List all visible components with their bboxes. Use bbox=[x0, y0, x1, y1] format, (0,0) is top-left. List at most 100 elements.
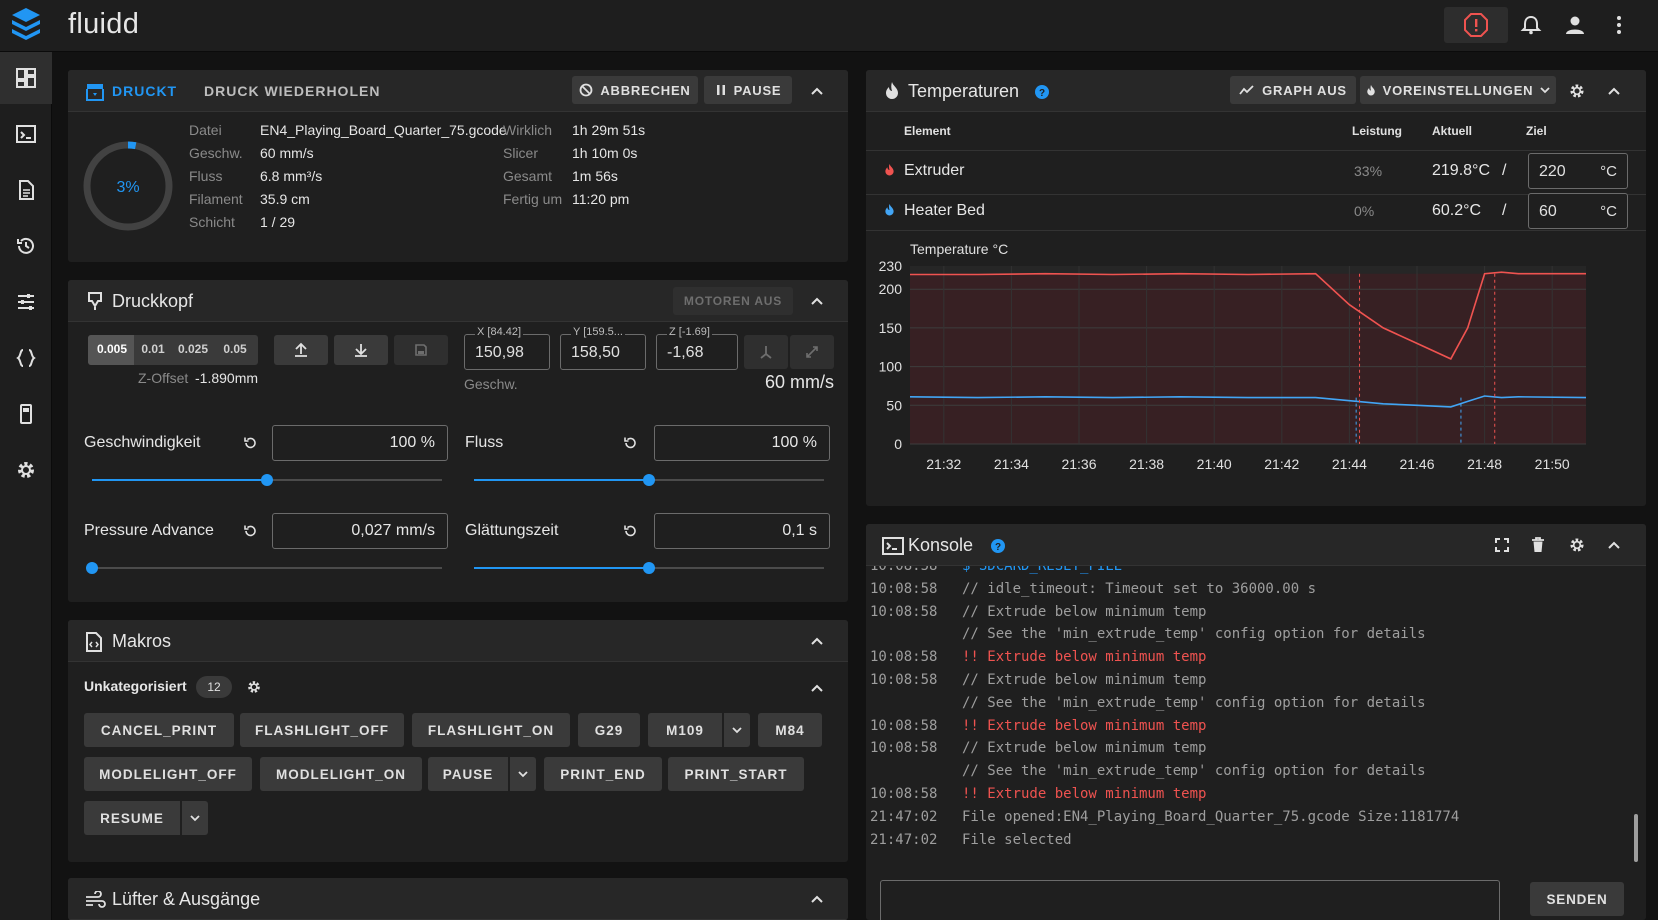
job-time-value: 1h 10m 0s bbox=[572, 145, 638, 161]
job-stat-label: Schicht bbox=[189, 214, 235, 230]
help-circle-icon[interactable]: ? bbox=[990, 538, 1006, 554]
macro-print-end-button[interactable]: PRINT_END bbox=[544, 757, 662, 791]
reset-smooth-time-icon[interactable] bbox=[622, 523, 638, 539]
cancel-print-button[interactable]: ABBRECHEN bbox=[572, 76, 698, 104]
macro-modlelight-off-button[interactable]: MODLELIGHT_OFF bbox=[84, 757, 252, 791]
macro-m109-options-button[interactable] bbox=[724, 713, 750, 747]
chevron-down-icon bbox=[518, 771, 528, 778]
fans-outputs-title: Lüfter & Ausgänge bbox=[112, 889, 261, 909]
chevron-up-icon[interactable] bbox=[810, 84, 824, 98]
flow-factor-label: Fluss bbox=[465, 434, 504, 451]
x-position-field[interactable]: X [84.42] 150,98 bbox=[464, 326, 550, 370]
console-message: !! Extrude below minimum temp bbox=[962, 717, 1207, 734]
chevron-up-icon[interactable] bbox=[810, 294, 824, 308]
step-option[interactable]: 0.005 bbox=[92, 342, 132, 356]
nav-tune[interactable] bbox=[0, 276, 52, 328]
temperatures-card: Temperaturen ? GRAPH AUS VOREINSTELLUNGE… bbox=[866, 70, 1646, 506]
nav-configuration[interactable] bbox=[0, 332, 52, 384]
chart-y-tick: 0 bbox=[894, 436, 902, 452]
console-timestamp: 10:08:58 bbox=[870, 566, 938, 574]
reset-flow-icon[interactable] bbox=[622, 435, 638, 451]
console-log[interactable]: 10:08:58 $ SDCARD_RESET_FILE 10:08:58 // id… bbox=[866, 566, 1636, 866]
flow-factor-input[interactable]: 100 % bbox=[654, 425, 830, 461]
macro-group-settings-icon[interactable] bbox=[246, 679, 262, 695]
smooth-time-slider[interactable] bbox=[474, 562, 824, 574]
chart-x-tick: 21:42 bbox=[1264, 456, 1299, 472]
emergency-stop-button[interactable] bbox=[1444, 7, 1508, 43]
step-option[interactable]: 0.05 bbox=[216, 342, 254, 356]
step-option[interactable]: 0.025 bbox=[174, 342, 212, 356]
job-time-label: Wirklich bbox=[503, 122, 552, 138]
bed-actual: 60.2°C bbox=[1432, 202, 1482, 219]
nav-settings[interactable] bbox=[0, 444, 52, 496]
macro-g29-button[interactable]: G29 bbox=[578, 713, 640, 747]
chart-x-tick: 21:36 bbox=[1061, 456, 1096, 472]
extruder-name[interactable]: Extruder bbox=[904, 162, 964, 180]
user-button[interactable] bbox=[1562, 12, 1588, 38]
console-timestamp: 10:08:58 bbox=[870, 649, 938, 666]
macro-resume-button[interactable]: RESUME bbox=[84, 801, 180, 835]
macro-group-chevron-icon[interactable] bbox=[810, 681, 824, 695]
reset-speed-icon[interactable] bbox=[242, 435, 258, 451]
chevron-up-icon[interactable] bbox=[1607, 84, 1621, 98]
speed-factor-input[interactable]: 100 % bbox=[272, 425, 448, 461]
zoffset-up-button[interactable] bbox=[274, 335, 328, 365]
move-to-button[interactable] bbox=[790, 335, 834, 369]
nav-history[interactable] bbox=[0, 220, 52, 272]
macro-pause-button[interactable]: PAUSE bbox=[428, 757, 508, 791]
send-command-button[interactable]: SENDEN bbox=[1530, 882, 1624, 916]
notifications-button[interactable] bbox=[1518, 12, 1544, 38]
nav-jobs[interactable] bbox=[0, 164, 52, 216]
zoffset-label: Z-Offset bbox=[138, 370, 189, 386]
job-time-value: 1m 56s bbox=[572, 168, 618, 184]
macro-pause-options-button[interactable] bbox=[510, 757, 536, 791]
more-menu-button[interactable] bbox=[1606, 12, 1632, 38]
nav-console[interactable] bbox=[0, 108, 52, 160]
nav-system[interactable] bbox=[0, 388, 52, 440]
delete-icon[interactable] bbox=[1531, 537, 1545, 553]
progress-ring: 3% bbox=[83, 141, 173, 231]
nav-dashboard[interactable] bbox=[0, 52, 52, 104]
macro-m84-button[interactable]: M84 bbox=[758, 713, 822, 747]
macro-flashlight-off-button[interactable]: FLASHLIGHT_OFF bbox=[240, 713, 404, 747]
zoffset-down-button[interactable] bbox=[334, 335, 388, 365]
macro-modlelight-on-button[interactable]: MODLELIGHT_ON bbox=[260, 757, 422, 791]
pause-print-button[interactable]: PAUSE bbox=[704, 76, 792, 104]
reset-pressure-advance-icon[interactable] bbox=[242, 523, 258, 539]
temperatures-settings-icon[interactable] bbox=[1568, 82, 1586, 100]
job-time-label: Slicer bbox=[503, 145, 539, 161]
bed-name[interactable]: Heater Bed bbox=[904, 202, 985, 220]
step-option[interactable]: 0.01 bbox=[134, 342, 172, 356]
chevron-up-icon[interactable] bbox=[1607, 538, 1621, 552]
console-command-input[interactable] bbox=[880, 880, 1500, 920]
z-position-field[interactable]: Z [-1.69] -1,68 bbox=[656, 326, 738, 370]
macro-flashlight-on-button[interactable]: FLASHLIGHT_ON bbox=[412, 713, 570, 747]
console-settings-icon[interactable] bbox=[1568, 536, 1586, 554]
motors-off-button[interactable]: MOTOREN AUS bbox=[673, 287, 793, 315]
bed-target-input[interactable]: 60 °C bbox=[1528, 193, 1628, 229]
tab-printing[interactable]: DRUCKT bbox=[112, 83, 177, 99]
smooth-time-input[interactable]: 0,1 s bbox=[654, 513, 830, 549]
home-all-button[interactable] bbox=[744, 335, 788, 369]
graph-toggle-button[interactable]: GRAPH AUS bbox=[1230, 76, 1356, 104]
flow-factor-slider[interactable] bbox=[474, 474, 824, 486]
help-circle-icon[interactable]: ? bbox=[1034, 84, 1050, 100]
console-scrollbar[interactable] bbox=[1634, 814, 1638, 862]
console-message: // See the 'min_extrude_temp' config opt… bbox=[962, 626, 1426, 643]
tab-reprint[interactable]: DRUCK WIEDERHOLEN bbox=[204, 83, 380, 99]
y-position-field[interactable]: Y [159.5... 158,50 bbox=[560, 326, 646, 370]
macro-resume-options-button[interactable] bbox=[182, 801, 208, 835]
macro-cancel-print-button[interactable]: CANCEL_PRINT bbox=[84, 713, 234, 747]
chevron-up-icon[interactable] bbox=[810, 892, 824, 906]
pressure-advance-slider[interactable] bbox=[86, 562, 442, 574]
presets-dropdown-button[interactable]: VOREINSTELLUNGEN bbox=[1360, 76, 1556, 104]
macro-print-start-button[interactable]: PRINT_START bbox=[668, 757, 804, 791]
extruder-target-input[interactable]: 220 °C bbox=[1528, 153, 1628, 189]
zoffset-save-button[interactable] bbox=[394, 335, 448, 365]
chevron-up-icon[interactable] bbox=[810, 634, 824, 648]
pressure-advance-input[interactable]: 0,027 mm/s bbox=[272, 513, 448, 549]
macro-m109-button[interactable]: M109 bbox=[648, 713, 722, 747]
fullscreen-icon[interactable] bbox=[1494, 537, 1510, 553]
speed-factor-slider[interactable] bbox=[92, 474, 442, 486]
job-stat-label: Fluss bbox=[189, 168, 223, 184]
